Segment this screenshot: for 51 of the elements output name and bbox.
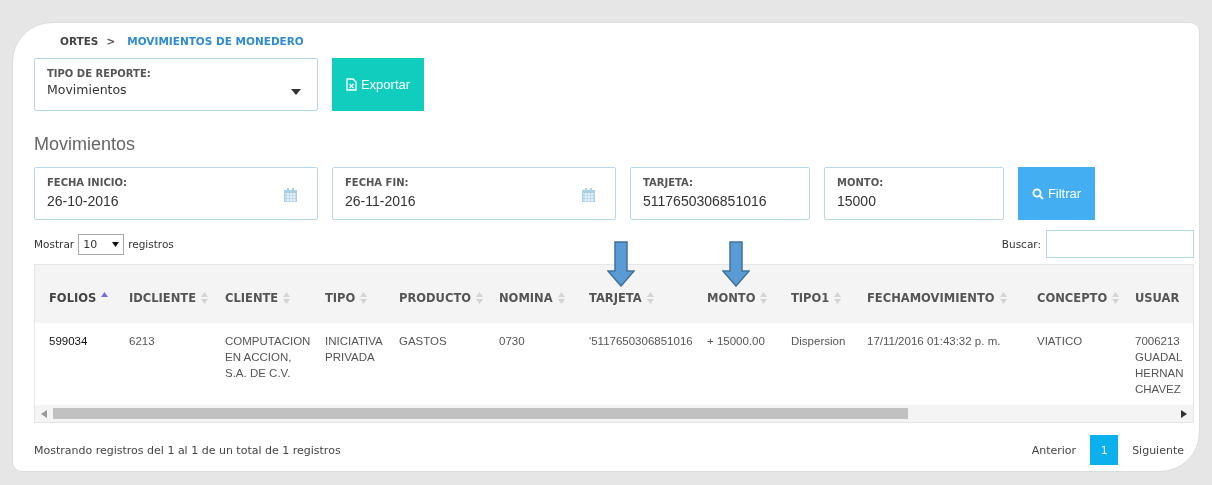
- breadcrumb-separator: >: [106, 35, 116, 47]
- scroll-left-icon[interactable]: [41, 409, 47, 418]
- column-header[interactable]: IDCLIENTE: [115, 265, 211, 323]
- caret-icon: [291, 89, 301, 95]
- breadcrumb-current: MOVIMIENTOS DE MONEDERO: [127, 35, 304, 47]
- breadcrumb-link[interactable]: ORTES: [60, 35, 99, 47]
- page-length-select[interactable]: 10: [78, 233, 125, 255]
- search-label: Buscar:: [1001, 238, 1041, 250]
- table-cell: 6213: [115, 323, 211, 405]
- filter-field[interactable]: MONTO: 15000: [824, 167, 1004, 220]
- section-title: Movimientos: [34, 134, 137, 155]
- file-icon: [345, 78, 357, 91]
- table-cell: VIATICO: [1023, 323, 1121, 405]
- calendar-icon: [284, 188, 297, 202]
- table-cell: + 15000.00: [693, 323, 777, 405]
- table-cell: INICIATIVA PRIVADA: [311, 323, 385, 405]
- search-field[interactable]: [1046, 230, 1194, 258]
- filter-field[interactable]: FECHA INICIO: 26-10-2016: [34, 167, 318, 220]
- filter-field[interactable]: TARJETA: 5117650306851016: [630, 167, 810, 220]
- table-cell: 0730: [485, 323, 575, 405]
- column-header[interactable]: USUAR: [1121, 265, 1193, 323]
- column-header[interactable]: FOLIOS: [35, 265, 115, 323]
- table-cell: 17/11/2016 01:43:32 p. m.: [853, 323, 1023, 405]
- records-label: registros: [128, 238, 174, 250]
- previous-link[interactable]: Anterior: [1031, 443, 1077, 457]
- column-header[interactable]: CLIENTE: [211, 265, 311, 323]
- column-header[interactable]: TARJETA: [575, 265, 693, 323]
- caret-icon: [112, 241, 120, 247]
- table-cell: 599034: [35, 323, 115, 405]
- search-icon: [1031, 187, 1044, 200]
- table-cell: Dispersion: [777, 323, 853, 405]
- column-header[interactable]: TIPO: [311, 265, 385, 323]
- table-cell: 7006213 GUADAL HERNAN CHAVEZ: [1121, 323, 1193, 405]
- report-type-select[interactable]: TIPO DE REPORTE: Movimientos: [34, 58, 318, 111]
- table-cell: COMPUTACION EN ACCION, S.A. DE C.V.: [211, 323, 311, 405]
- down-arrow-icon: [607, 241, 635, 287]
- scroll-right-icon[interactable]: [1181, 409, 1187, 418]
- column-header[interactable]: MONTO: [693, 265, 777, 323]
- table-cell: GASTOS: [385, 323, 485, 405]
- filter-field[interactable]: FECHA FIN: 26-11-2016: [332, 167, 616, 220]
- column-header[interactable]: NOMINA: [485, 265, 575, 323]
- records-info: Mostrando registros del 1 al 1 de un total de 1 registros: [34, 443, 341, 457]
- show-label: Mostrar: [34, 238, 75, 250]
- down-arrow-icon: [722, 241, 750, 287]
- column-header[interactable]: FECHAMOVIMIENTO: [853, 265, 1023, 323]
- column-header[interactable]: CONCEPTO: [1023, 265, 1121, 323]
- next-link[interactable]: Siguiente: [1132, 443, 1184, 457]
- table-cell: '5117650306851016: [575, 323, 693, 405]
- column-header[interactable]: TIPO1: [777, 265, 853, 323]
- calendar-icon: [582, 188, 595, 202]
- column-header[interactable]: PRODUCTO: [385, 265, 485, 323]
